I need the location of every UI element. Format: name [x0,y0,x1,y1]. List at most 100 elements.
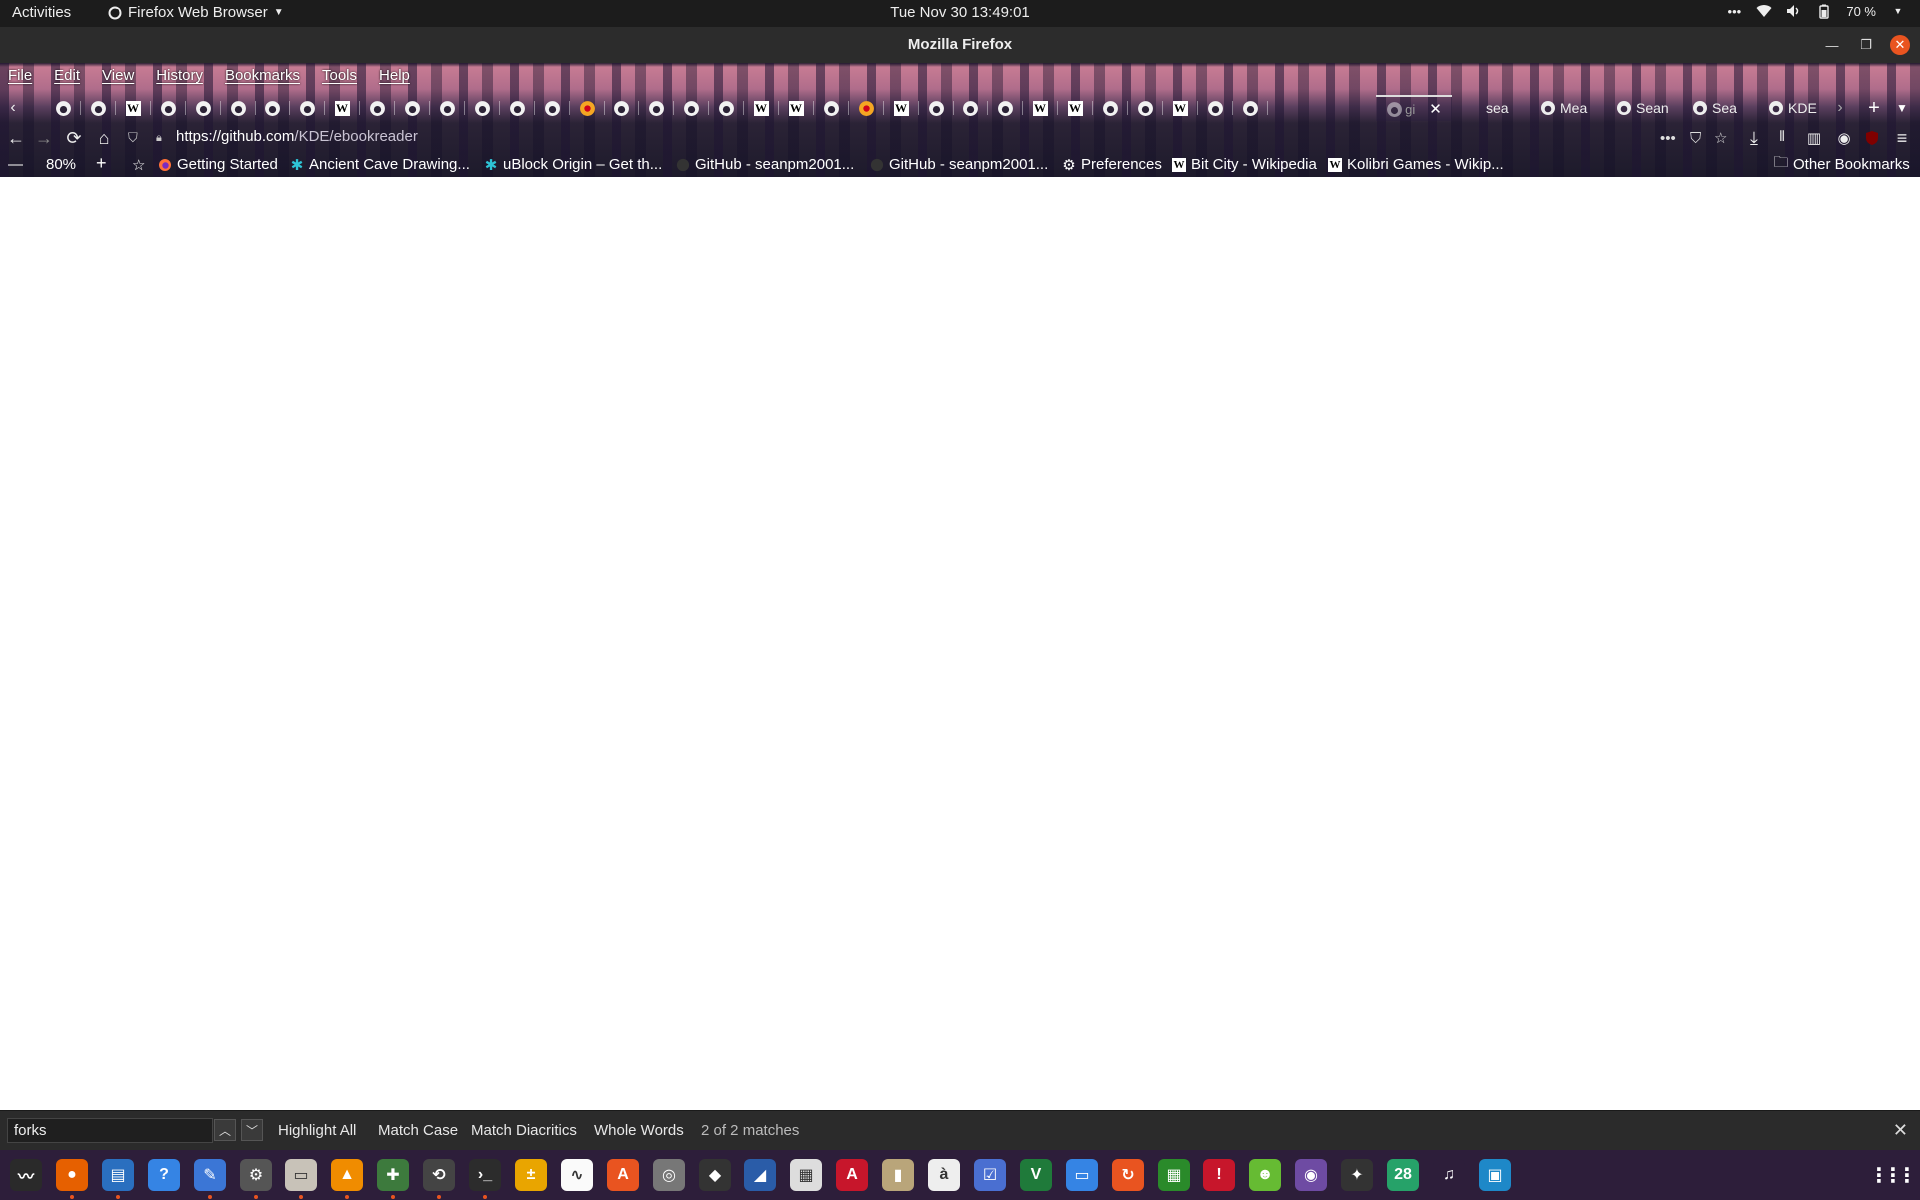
archive-manager-icon[interactable]: ▮ [882,1159,914,1191]
zoom-out-button[interactable]: — [8,156,23,173]
more-icon[interactable]: ••• [1726,3,1742,19]
menu-bookmarks[interactable]: Bookmarks [225,67,300,89]
files-icon[interactable]: ▭ [285,1159,317,1191]
page-actions-icon[interactable]: ••• [1660,130,1676,147]
find-previous-button[interactable]: ︿ [214,1119,236,1141]
vim-icon[interactable]: V [1020,1159,1052,1191]
screenshot-icon[interactable]: ▭ [1066,1159,1098,1191]
system-monitor-graph-icon[interactable]: ∿ [561,1159,593,1191]
close-tab-icon[interactable]: ✕ [1429,100,1442,118]
tab-github[interactable] [955,95,985,121]
close-find-bar-icon[interactable]: ✕ [1893,1120,1908,1141]
bookmark-ancient-cave[interactable]: ✱ Ancient Cave Drawing... [290,156,470,174]
update-icon[interactable]: ↻ [1112,1159,1144,1191]
tab-github[interactable] [990,95,1020,121]
inkscape-icon[interactable]: ◆ [699,1159,731,1191]
character-map-icon[interactable]: à [928,1159,960,1191]
close-window-button[interactable]: ✕ [1890,35,1910,55]
find-input[interactable] [7,1118,213,1143]
maximize-button[interactable]: ❐ [1856,35,1876,55]
tab-wikipedia[interactable]: W [1060,95,1090,121]
tab-github[interactable] [502,95,532,121]
bookmark-github-2[interactable]: GitHub - seanpm2001... [870,156,1048,173]
calculator-icon[interactable]: ± [515,1159,547,1191]
help-icon[interactable]: ? [148,1159,180,1191]
tab-wikipedia[interactable]: W [1165,95,1195,121]
tab-sean[interactable]: Sean [1612,95,1686,121]
tab-github[interactable] [537,95,567,121]
tab-sea-2[interactable]: Sea [1688,95,1762,121]
bookmark-ublock[interactable]: ✱ uBlock Origin – Get th... [484,156,663,174]
highlight-all-option[interactable]: Highlight All [278,1122,356,1139]
activities-button[interactable]: Activities [12,4,71,21]
minimize-button[interactable]: — [1822,35,1842,55]
bookmark-star-icon[interactable]: ☆ [132,156,145,174]
tab-github[interactable] [1095,95,1125,121]
tasks-icon[interactable]: ☑ [974,1159,1006,1191]
tab-wikipedia[interactable]: W [746,95,776,121]
software-updater-icon[interactable]: ⟲ [423,1159,455,1191]
find-next-button[interactable]: ﹀ [241,1119,263,1141]
libreoffice-writer-icon[interactable]: ▤ [102,1159,134,1191]
tab-github[interactable] [1130,95,1160,121]
tab-other-site[interactable] [572,95,602,121]
match-diacritics-option[interactable]: Match Diacritics [471,1122,577,1139]
bookmark-getting-started[interactable]: Getting Started [158,156,278,173]
tab-github[interactable] [48,95,78,121]
bookmark-github-1[interactable]: GitHub - seanpm2001... [676,156,854,173]
gimp-icon[interactable]: ✚ [377,1159,409,1191]
bookmark-bit-city[interactable]: W Bit City - Wikipedia [1172,156,1317,173]
home-button[interactable]: ⌂ [94,128,114,148]
font-viewer-icon[interactable]: A [836,1159,868,1191]
menu-tools[interactable]: Tools [322,67,357,89]
tab-github[interactable] [223,95,253,121]
tab-github[interactable] [641,95,671,121]
camera-icon[interactable]: ◉ [1295,1159,1327,1191]
lock-icon[interactable]: 🔒︎ [156,132,162,145]
tab-github[interactable] [257,95,287,121]
tab-wikipedia[interactable]: W [327,95,357,121]
text-editor-icon[interactable]: ✎ [194,1159,226,1191]
other-bookmarks[interactable]: 🗀︎ Other Bookmarks [1774,154,1910,173]
tab-github[interactable] [432,95,462,121]
image-viewer-icon[interactable]: ◎ [653,1159,685,1191]
music-icon[interactable]: ♫ [1433,1159,1465,1191]
tab-github[interactable] [676,95,706,121]
tab-mea[interactable]: Mea [1536,95,1610,121]
mouse-icon[interactable]: ✦ [1341,1159,1373,1191]
tab-sea[interactable]: sea [1460,95,1534,121]
settings-icon[interactable]: ⚙ [240,1159,272,1191]
tab-github[interactable] [362,95,392,121]
tab-github[interactable] [606,95,636,121]
whole-words-option[interactable]: Whole Words [594,1122,684,1139]
vlc-icon[interactable]: ▲ [331,1159,363,1191]
bookmark-preferences[interactable]: ⚙ Preferences [1062,156,1162,174]
tab-kde[interactable]: KDE [1764,95,1824,121]
tab-github[interactable] [292,95,322,121]
firefox-icon[interactable]: ● [56,1159,88,1191]
forward-button[interactable]: → [34,128,54,148]
system-monitor-icon[interactable]: 〰 [10,1159,42,1191]
tab-wikipedia[interactable]: W [1025,95,1055,121]
tab-github[interactable] [83,95,113,121]
sidebar-icon[interactable]: ▥ [1804,128,1824,148]
system-tray[interactable]: ••• 70 % ▼ [1726,3,1906,19]
menu-history[interactable]: History [156,67,203,89]
tab-github[interactable] [1200,95,1230,121]
tab-other-site[interactable] [851,95,881,121]
tab-wikipedia[interactable]: W [781,95,811,121]
menu-help[interactable]: Help [379,67,410,89]
tab-wikipedia[interactable]: W [118,95,148,121]
tab-active[interactable]: gi ✕ [1376,95,1452,121]
downloads-icon[interactable]: ⤓ [1744,128,1764,148]
show-applications-icon[interactable]: ⋮⋮⋮ [1869,1159,1917,1191]
tab-github[interactable] [397,95,427,121]
tab-github[interactable] [816,95,846,121]
app-store-icon[interactable]: A [607,1159,639,1191]
menu-file[interactable]: File [8,67,32,89]
libreoffice-draw-icon[interactable]: ◢ [744,1159,776,1191]
terminal-icon[interactable]: ›_ [469,1159,501,1191]
document-scanner-icon[interactable]: ▦ [790,1159,822,1191]
bookmark-kolibri[interactable]: W Kolibri Games - Wikip... [1328,156,1504,173]
hamburger-menu-icon[interactable]: ≡ [1892,128,1912,148]
